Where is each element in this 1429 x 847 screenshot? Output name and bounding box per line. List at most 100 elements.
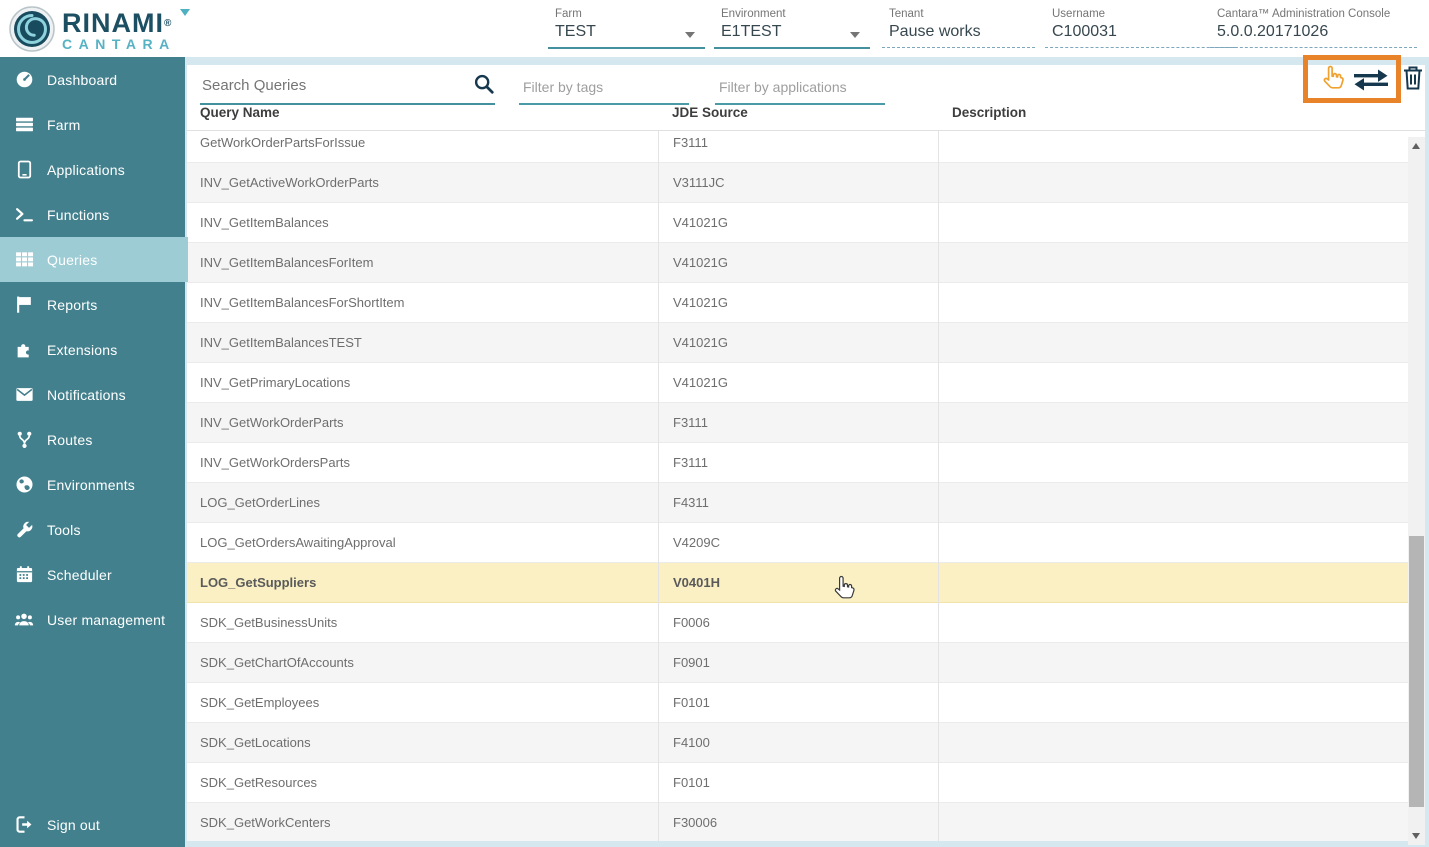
cell-name: INV_GetItemBalancesForShortItem [187,283,658,323]
cell-name: INV_GetActiveWorkOrderParts [187,163,658,203]
farm-select[interactable]: Farm TEST [548,8,705,49]
top-header: RINAMI® CANTARA Farm TEST Environment E1… [0,0,1429,57]
cell-name: INV_GetWorkOrdersParts [187,443,658,483]
routes-icon [14,430,34,450]
sidebar-item-reports[interactable]: Reports [0,282,185,327]
reports-icon [14,295,34,315]
sidebar-item-user-management[interactable]: User management [0,597,185,642]
table-row[interactable]: GetWorkOrderPartsForIssueF3111 [187,131,1425,163]
brand-product: CANTARA [62,36,176,52]
table-row[interactable]: SDK_GetLocationsF4100 [187,723,1425,763]
cell-name: SDK_GetEmployees [187,683,658,723]
sidebar-item-scheduler[interactable]: Scheduler [0,552,185,597]
cell-name: INV_GetItemBalancesForItem [187,243,658,283]
cell-source: F3111 [658,443,938,483]
cell-name: LOG_GetOrderLines [187,483,658,523]
sidebar-item-label: Notifications [47,387,126,403]
cell-description [938,483,1425,523]
brand-name: RINAMI® [62,11,176,36]
environment-value: E1TEST [714,20,870,47]
scroll-down-arrow-icon[interactable] [1412,833,1420,839]
table-row[interactable]: LOG_GetOrderLinesF4311 [187,483,1425,523]
sidebar-item-environments[interactable]: Environments [0,462,185,507]
table-row[interactable]: INV_GetItemBalancesForItemV41021G [187,243,1425,283]
column-header-jde-source: JDE Source [658,105,938,130]
table-row[interactable]: INV_GetWorkOrdersPartsF3111 [187,443,1425,483]
touch-icon[interactable] [1320,64,1346,97]
cell-description [938,803,1425,842]
sidebar-item-functions[interactable]: Functions [0,192,185,237]
cell-description [938,403,1425,443]
filter-tags-input[interactable]: Filter by tags [519,71,689,105]
dashboard-icon [14,70,34,90]
table-row[interactable]: SDK_GetWorkCentersF30006 [187,803,1425,841]
cell-name: LOG_GetOrdersAwaitingApproval [187,523,658,563]
cell-name: LOG_GetSuppliers [187,563,658,603]
environment-select[interactable]: Environment E1TEST [714,8,870,49]
table-row[interactable]: SDK_GetResourcesF0101 [187,763,1425,803]
table-header: Query Name JDE Source Description [187,105,1425,131]
cell-source: V41021G [658,203,938,243]
sidebar-item-dashboard[interactable]: Dashboard [0,57,185,102]
sidebar-item-sign-out[interactable]: Sign out [0,802,185,847]
cell-source: F0006 [658,603,938,643]
cell-source: V41021G [658,363,938,403]
chevron-down-icon[interactable] [685,32,695,38]
username-value: C100031 [1045,20,1235,47]
search-input[interactable]: Search Queries [200,67,495,105]
table-row[interactable]: SDK_GetBusinessUnitsF0006 [187,603,1425,643]
filter-applications-placeholder: Filter by applications [719,79,847,95]
cell-description [938,603,1425,643]
sidebar-item-tools[interactable]: Tools [0,507,185,552]
cell-description [938,323,1425,363]
scheduler-icon [14,565,34,585]
cell-name: INV_GetWorkOrderParts [187,403,658,443]
filter-applications-input[interactable]: Filter by applications [715,71,885,105]
table-row[interactable]: SDK_GetChartOfAccountsF0901 [187,643,1425,683]
cell-source: V3111JC [658,163,938,203]
cell-description [938,443,1425,483]
table-row[interactable]: INV_GetActiveWorkOrderPartsV3111JC [187,163,1425,203]
trash-icon[interactable] [1402,65,1424,96]
sidebar-item-label: Dashboard [47,72,117,88]
search-placeholder: Search Queries [202,77,306,94]
search-icon[interactable] [473,73,495,100]
scrollbar-thumb[interactable] [1409,536,1424,807]
sidebar-item-applications[interactable]: Applications [0,147,185,192]
chevron-down-icon[interactable] [850,32,860,38]
console-version-field: Cantara™ Administration Console 5.0.0.20… [1210,8,1417,48]
table-row[interactable]: INV_GetWorkOrderPartsF3111 [187,403,1425,443]
rinami-logo-icon [8,5,56,58]
scroll-up-arrow-icon[interactable] [1412,143,1420,149]
cell-name: SDK_GetWorkCenters [187,803,658,842]
farm-label: Farm [548,8,705,20]
table-row[interactable]: INV_GetItemBalancesForShortItemV41021G [187,283,1425,323]
cell-description [938,363,1425,403]
table-row[interactable]: INV_GetItemBalancesV41021G [187,203,1425,243]
sidebar-item-queries[interactable]: Queries [0,237,188,282]
column-header-query-name: Query Name [187,105,658,130]
cell-description [938,131,1425,163]
cell-source: F0101 [658,763,938,803]
cell-description [938,563,1425,603]
sidebar-item-notifications[interactable]: Notifications [0,372,185,417]
functions-icon [14,205,34,225]
farm-value: TEST [548,20,705,47]
cell-description [938,283,1425,323]
sidebar-item-routes[interactable]: Routes [0,417,185,462]
sidebar-item-label: Reports [47,297,97,313]
queries-panel: Search Queries Filter by tags Filter by … [187,65,1425,841]
swap-icon[interactable] [1352,68,1390,97]
cell-name: SDK_GetChartOfAccounts [187,643,658,683]
sidebar-item-farm[interactable]: Farm [0,102,185,147]
table-row[interactable]: SDK_GetEmployeesF0101 [187,683,1425,723]
table-row[interactable]: INV_GetItemBalancesTESTV41021G [187,323,1425,363]
username-label: Username [1045,8,1235,20]
queries-icon [14,250,34,270]
table-row[interactable]: INV_GetPrimaryLocationsV41021G [187,363,1425,403]
sidebar-item-extensions[interactable]: Extensions [0,327,185,372]
table-row[interactable]: LOG_GetOrdersAwaitingApprovalV4209C [187,523,1425,563]
table-row-selected[interactable]: LOG_GetSuppliersV0401H [187,563,1425,603]
notifications-icon [14,385,34,405]
sidebar-item-label: Tools [47,522,81,538]
